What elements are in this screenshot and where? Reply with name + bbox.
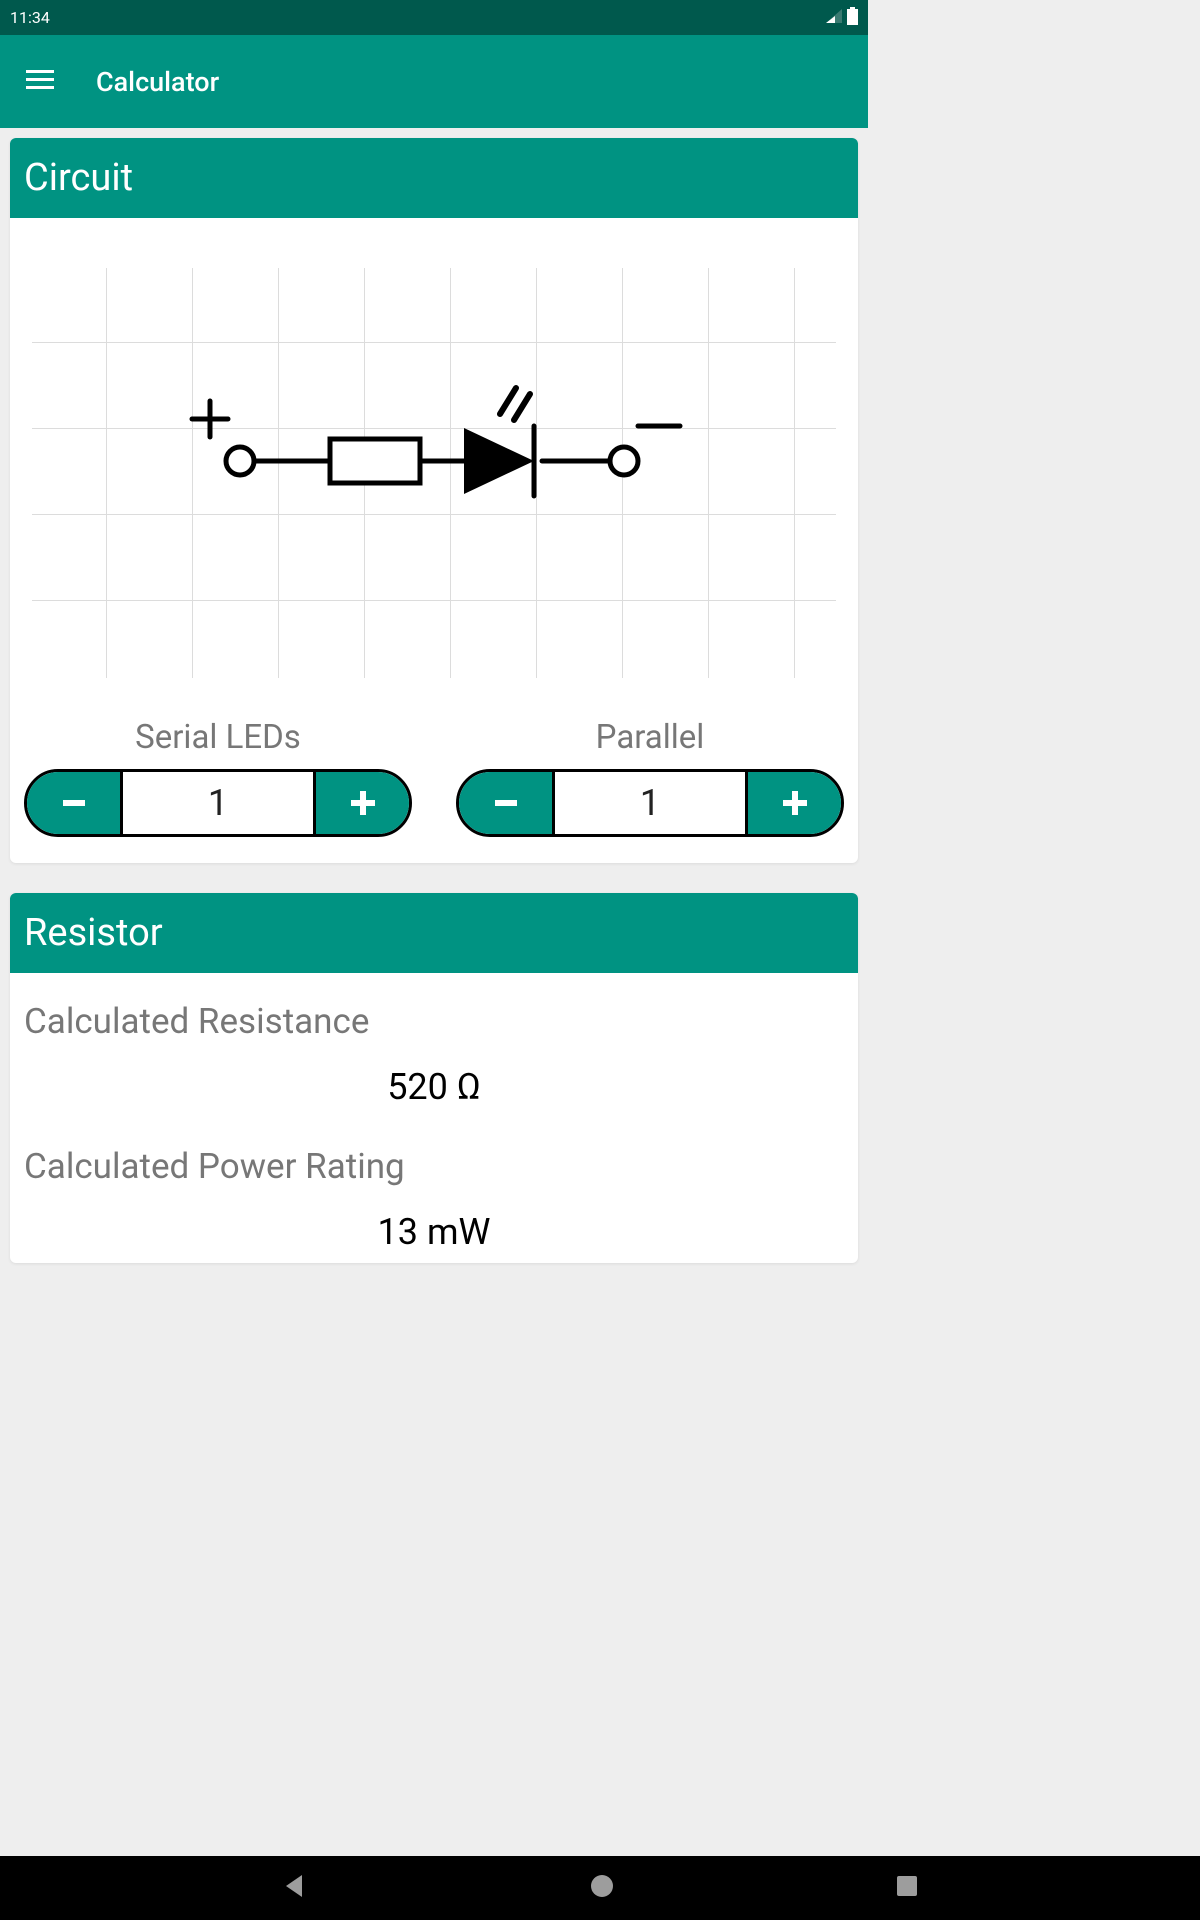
minus-icon <box>63 800 85 806</box>
status-bar: 11:34 <box>0 0 868 35</box>
circuit-card-title: Circuit <box>10 138 858 218</box>
parallel-label: Parallel <box>456 718 844 757</box>
parallel-stepper: 1 <box>456 769 844 837</box>
resistance-label: Calculated Resistance <box>10 973 858 1052</box>
resistor-card-title: Resistor <box>10 893 858 973</box>
resistor-card: Resistor Calculated Resistance 520 Ω Cal… <box>10 893 858 1263</box>
signal-icon <box>825 8 843 28</box>
menu-icon[interactable] <box>26 70 54 94</box>
home-icon[interactable] <box>590 1874 614 1902</box>
power-label: Calculated Power Rating <box>10 1118 858 1197</box>
minus-icon <box>495 800 517 806</box>
serial-leds-value[interactable]: 1 <box>123 772 313 834</box>
serial-leds-label: Serial LEDs <box>24 718 412 757</box>
resistance-value: 520 Ω <box>10 1052 858 1118</box>
content-area: Circuit <box>0 128 868 1303</box>
app-bar: Calculator <box>0 35 868 128</box>
battery-icon <box>847 7 858 29</box>
serial-leds-increment-button[interactable] <box>313 772 409 834</box>
serial-leds-stepper: 1 <box>24 769 412 837</box>
circuit-diagram <box>32 268 836 678</box>
system-nav-bar <box>0 1856 1200 1920</box>
parallel-control: Parallel 1 <box>456 718 844 837</box>
circuit-schematic-icon <box>32 268 836 678</box>
power-value: 13 mW <box>10 1197 858 1263</box>
serial-leds-decrement-button[interactable] <box>27 772 123 834</box>
page-title: Calculator <box>96 66 219 98</box>
parallel-increment-button[interactable] <box>745 772 841 834</box>
parallel-value[interactable]: 1 <box>555 772 745 834</box>
plus-icon <box>351 791 375 815</box>
parallel-decrement-button[interactable] <box>459 772 555 834</box>
back-icon[interactable] <box>282 1873 308 1903</box>
plus-icon <box>783 791 807 815</box>
serial-leds-control: Serial LEDs 1 <box>24 718 412 837</box>
status-time: 11:34 <box>10 8 50 27</box>
circuit-card: Circuit <box>10 138 858 863</box>
recent-icon[interactable] <box>896 1875 918 1901</box>
